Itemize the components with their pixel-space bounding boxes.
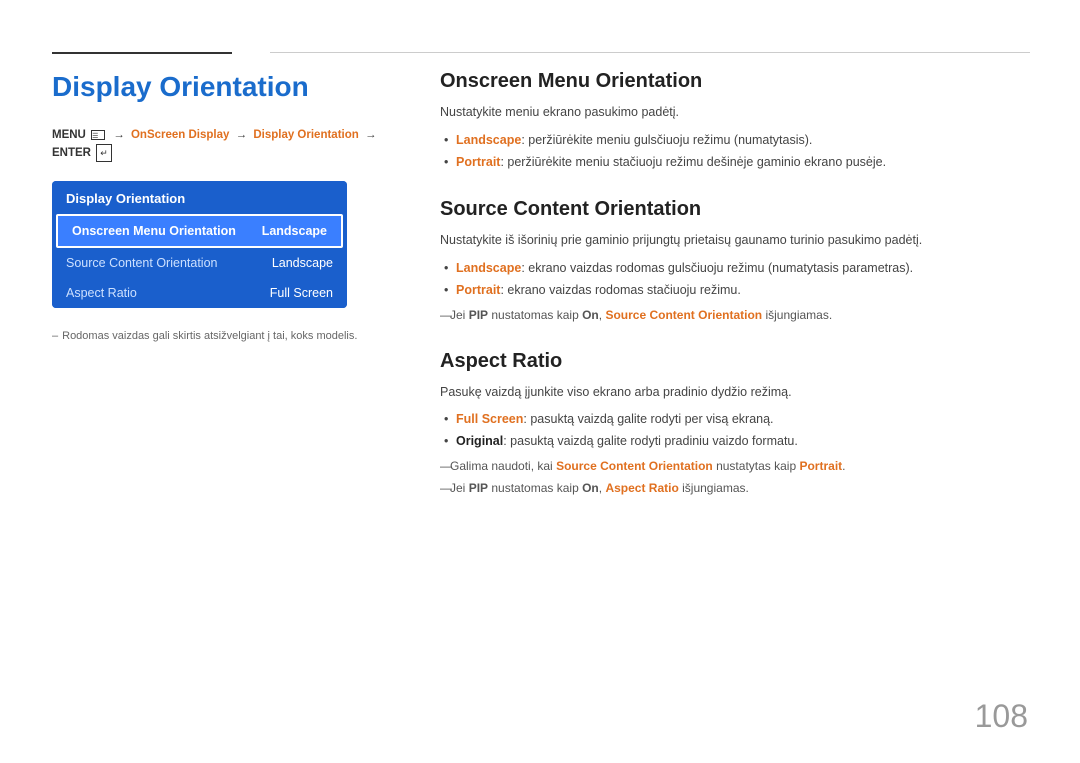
bullet-text-landscape-1: : peržiūrėkite meniu gulsčiuoju režimu (…	[521, 133, 812, 147]
left-column: Display Orientation MENU ☰ → OnScreen Di…	[52, 70, 392, 342]
on-bold-1: On	[582, 308, 599, 322]
note-source-1: Jei PIP nustatomas kaip On, Source Conte…	[440, 306, 1030, 324]
bullet-aspect-1: Full Screen: pasuktą vaizdą galite rodyt…	[440, 409, 1030, 429]
step1: OnScreen Display	[131, 129, 229, 141]
section-title-onscreen: Onscreen Menu Orientation	[440, 70, 1030, 93]
widget-row-2[interactable]: Aspect Ratio Full Screen	[52, 278, 347, 308]
menu-label: MENU	[52, 129, 86, 141]
step2: Display Orientation	[253, 129, 358, 141]
note-aspect-2: Jei PIP nustatomas kaip On, Aspect Ratio…	[440, 479, 1030, 497]
widget-row-1[interactable]: Source Content Orientation Landscape	[52, 248, 347, 278]
section-title-aspect: Aspect Ratio	[440, 350, 1030, 373]
on-bold-2: On	[582, 481, 599, 495]
widget-row-active[interactable]: Onscreen Menu Orientation Landscape	[56, 214, 343, 248]
section-intro-source: Nustatykite iš išorinių prie gaminio pri…	[440, 231, 1030, 250]
bullet-list-onscreen: Landscape: peržiūrėkite meniu gulsčiuoju…	[440, 130, 1030, 172]
enter-icon: ↵	[96, 144, 112, 162]
widget-row-value-2: Full Screen	[270, 286, 333, 300]
pip-bold-1: PIP	[469, 308, 488, 322]
term-original: Original	[456, 434, 503, 448]
arrow2: →	[236, 129, 248, 141]
pip-bold-2: PIP	[469, 481, 488, 495]
section-onscreen: Onscreen Menu Orientation Nustatykite me…	[440, 70, 1030, 172]
term-fullscreen: Full Screen	[456, 412, 523, 426]
footnote: Rodomas vaizdas gali skirtis atsižvelgia…	[52, 330, 392, 342]
page-number: 108	[975, 698, 1028, 735]
section-title-source: Source Content Orientation	[440, 198, 1030, 221]
note-aspect-1: Galima naudoti, kai Source Content Orien…	[440, 457, 1030, 475]
top-line-left	[52, 52, 232, 54]
widget-row-label-0: Onscreen Menu Orientation	[72, 224, 236, 238]
section-intro-aspect: Pasukę vaizdą įjunkite viso ekrano arba …	[440, 383, 1030, 402]
aspect-ratio-ref: Aspect Ratio	[605, 481, 678, 495]
bullet-text-fullscreen: : pasuktą vaizdą galite rodyti per visą …	[523, 412, 773, 426]
menu-path: MENU ☰ → OnScreen Display → Display Orie…	[52, 126, 392, 163]
arrow3: →	[365, 129, 377, 141]
menu-icon: ☰	[91, 130, 105, 140]
display-widget: Display Orientation Onscreen Menu Orient…	[52, 181, 347, 308]
portrait-ref: Portrait	[799, 459, 842, 473]
term-landscape-2: Landscape	[456, 261, 521, 275]
bullet-list-source: Landscape: ekrano vaizdas rodomas gulsči…	[440, 258, 1030, 300]
section-aspect: Aspect Ratio Pasukę vaizdą įjunkite viso…	[440, 350, 1030, 498]
bullet-text-portrait-1: : peržiūrėkite meniu stačiuoju režimu de…	[500, 155, 886, 169]
source-content-ref-2: Source Content Orientation	[556, 459, 713, 473]
widget-title: Display Orientation	[52, 181, 347, 214]
bullet-text-original: : pasuktą vaizdą galite rodyti pradiniu …	[503, 434, 798, 448]
top-line-right	[270, 52, 1030, 53]
bullet-list-aspect: Full Screen: pasuktą vaizdą galite rodyt…	[440, 409, 1030, 451]
arrow1: →	[113, 129, 125, 141]
bullet-text-portrait-2: : ekrano vaizdas rodomas stačiuoju režim…	[500, 283, 740, 297]
bullet-onscreen-2: Portrait: peržiūrėkite meniu stačiuoju r…	[440, 152, 1030, 172]
bullet-text-landscape-2: : ekrano vaizdas rodomas gulsčiuoju reži…	[521, 261, 913, 275]
bullet-source-1: Landscape: ekrano vaizdas rodomas gulsči…	[440, 258, 1030, 278]
page-title: Display Orientation	[52, 70, 392, 104]
bullet-source-2: Portrait: ekrano vaizdas rodomas stačiuo…	[440, 280, 1030, 300]
widget-row-label-2: Aspect Ratio	[66, 286, 137, 300]
bullet-onscreen-1: Landscape: peržiūrėkite meniu gulsčiuoju…	[440, 130, 1030, 150]
right-column: Onscreen Menu Orientation Nustatykite me…	[440, 70, 1030, 523]
section-intro-onscreen: Nustatykite meniu ekrano pasukimo padėtį…	[440, 103, 1030, 122]
source-content-ref-1: Source Content Orientation	[605, 308, 762, 322]
term-portrait-1: Portrait	[456, 155, 500, 169]
bullet-aspect-2: Original: pasuktą vaizdą galite rodyti p…	[440, 431, 1030, 451]
widget-row-value-1: Landscape	[272, 256, 333, 270]
step3: ENTER	[52, 147, 91, 159]
term-portrait-2: Portrait	[456, 283, 500, 297]
term-landscape-1: Landscape	[456, 133, 521, 147]
widget-row-value-0: Landscape	[262, 224, 327, 238]
section-source: Source Content Orientation Nustatykite i…	[440, 198, 1030, 324]
widget-row-label-1: Source Content Orientation	[66, 256, 217, 270]
